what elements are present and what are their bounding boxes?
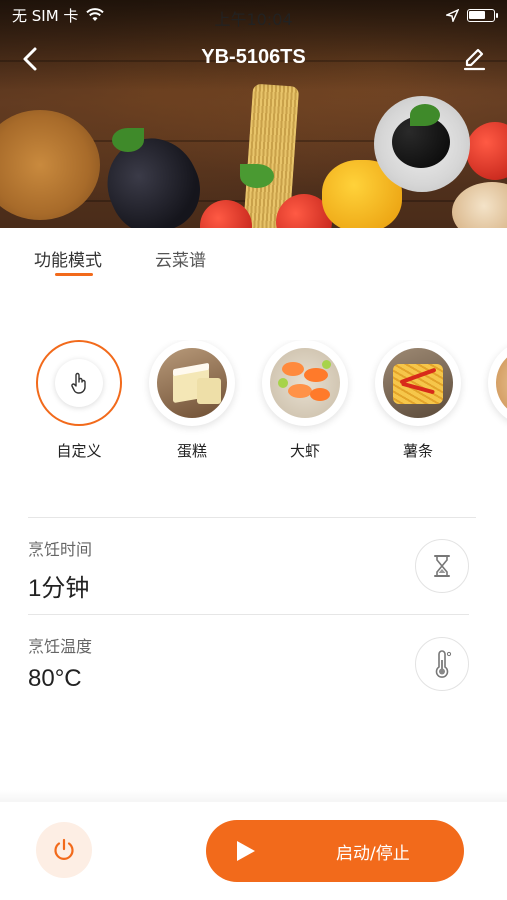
fries-image — [383, 348, 453, 418]
tab-cloud-recipe[interactable]: 云菜谱 — [155, 246, 206, 271]
basil-decoration — [112, 128, 144, 152]
power-button[interactable] — [36, 822, 92, 878]
mode-list[interactable]: 自定义 蛋糕 大虾 薯条 — [0, 340, 507, 470]
cooking-temperature-value: 80°C — [28, 665, 82, 692]
mode-item-shrimp[interactable]: 大虾 — [260, 340, 350, 461]
setting-divider — [28, 614, 469, 615]
battery-level — [469, 10, 485, 19]
mode-custom-inner — [55, 359, 103, 407]
basil-decoration — [240, 164, 274, 188]
mode-item-cake[interactable]: 蛋糕 — [147, 340, 237, 461]
basil-decoration — [410, 104, 440, 126]
cooking-temperature-label: 烹饪温度 — [28, 637, 93, 656]
mode-item-custom[interactable]: 自定义 — [34, 340, 124, 461]
cooking-temperature-setting[interactable]: 烹饪温度 80°C — [28, 633, 92, 693]
cooking-time-value: 1分钟 — [28, 575, 90, 602]
status-bar: 无 SIM 卡 — [0, 0, 507, 30]
mode-custom-circle[interactable] — [36, 340, 122, 426]
hand-pointer-icon — [71, 372, 86, 394]
start-stop-button[interactable]: 启动/停止 — [206, 820, 464, 882]
active-tab-indicator — [55, 273, 93, 276]
page-title: YB-5106TS — [201, 46, 306, 68]
shrimp-image — [270, 348, 340, 418]
mode-label: 薯条 — [402, 442, 433, 460]
header-banner — [0, 0, 507, 228]
power-icon — [54, 838, 74, 860]
cooking-time-setting[interactable]: 烹饪时间 1分钟 — [28, 536, 92, 603]
tomato-decoration — [466, 122, 507, 180]
mode-cake-circle[interactable] — [149, 340, 235, 426]
section-divider — [28, 517, 476, 518]
edit-button[interactable] — [457, 42, 491, 76]
bottom-bar: 启动/停止 — [0, 802, 507, 900]
mode-label: 蛋糕 — [176, 442, 207, 460]
tab-function-mode[interactable]: 功能模式 — [34, 246, 102, 271]
thermometer-icon — [435, 650, 452, 678]
cake-image — [157, 348, 227, 418]
location-arrow-icon — [446, 8, 459, 22]
mode-partial-circle[interactable] — [488, 340, 507, 426]
play-icon — [237, 841, 255, 861]
food-image — [496, 348, 507, 418]
start-stop-label: 启动/停止 — [336, 843, 410, 864]
mode-fries-circle[interactable] — [375, 340, 461, 426]
wifi-icon — [86, 8, 105, 21]
hourglass-icon — [434, 555, 450, 577]
pasta-decoration — [0, 110, 100, 220]
mode-item-partial[interactable] — [486, 340, 507, 426]
tab-bar: 功能模式 云菜谱 — [0, 228, 507, 280]
bread-decoration — [452, 182, 507, 228]
cooking-time-button[interactable] — [415, 539, 469, 593]
nav-bar: YB-5106TS — [0, 36, 507, 82]
bottom-shadow — [0, 790, 507, 802]
mode-label: 自定义 — [56, 442, 102, 460]
battery-icon — [467, 8, 498, 22]
cooking-time-label: 烹饪时间 — [28, 540, 93, 559]
cooking-temperature-button[interactable] — [415, 637, 469, 691]
pencil-icon — [463, 48, 486, 71]
mode-shrimp-circle[interactable] — [262, 340, 348, 426]
mode-item-fries[interactable]: 薯条 — [373, 340, 463, 461]
carrier-text: 无 SIM 卡 — [12, 6, 79, 25]
mode-label: 大虾 — [289, 442, 320, 460]
